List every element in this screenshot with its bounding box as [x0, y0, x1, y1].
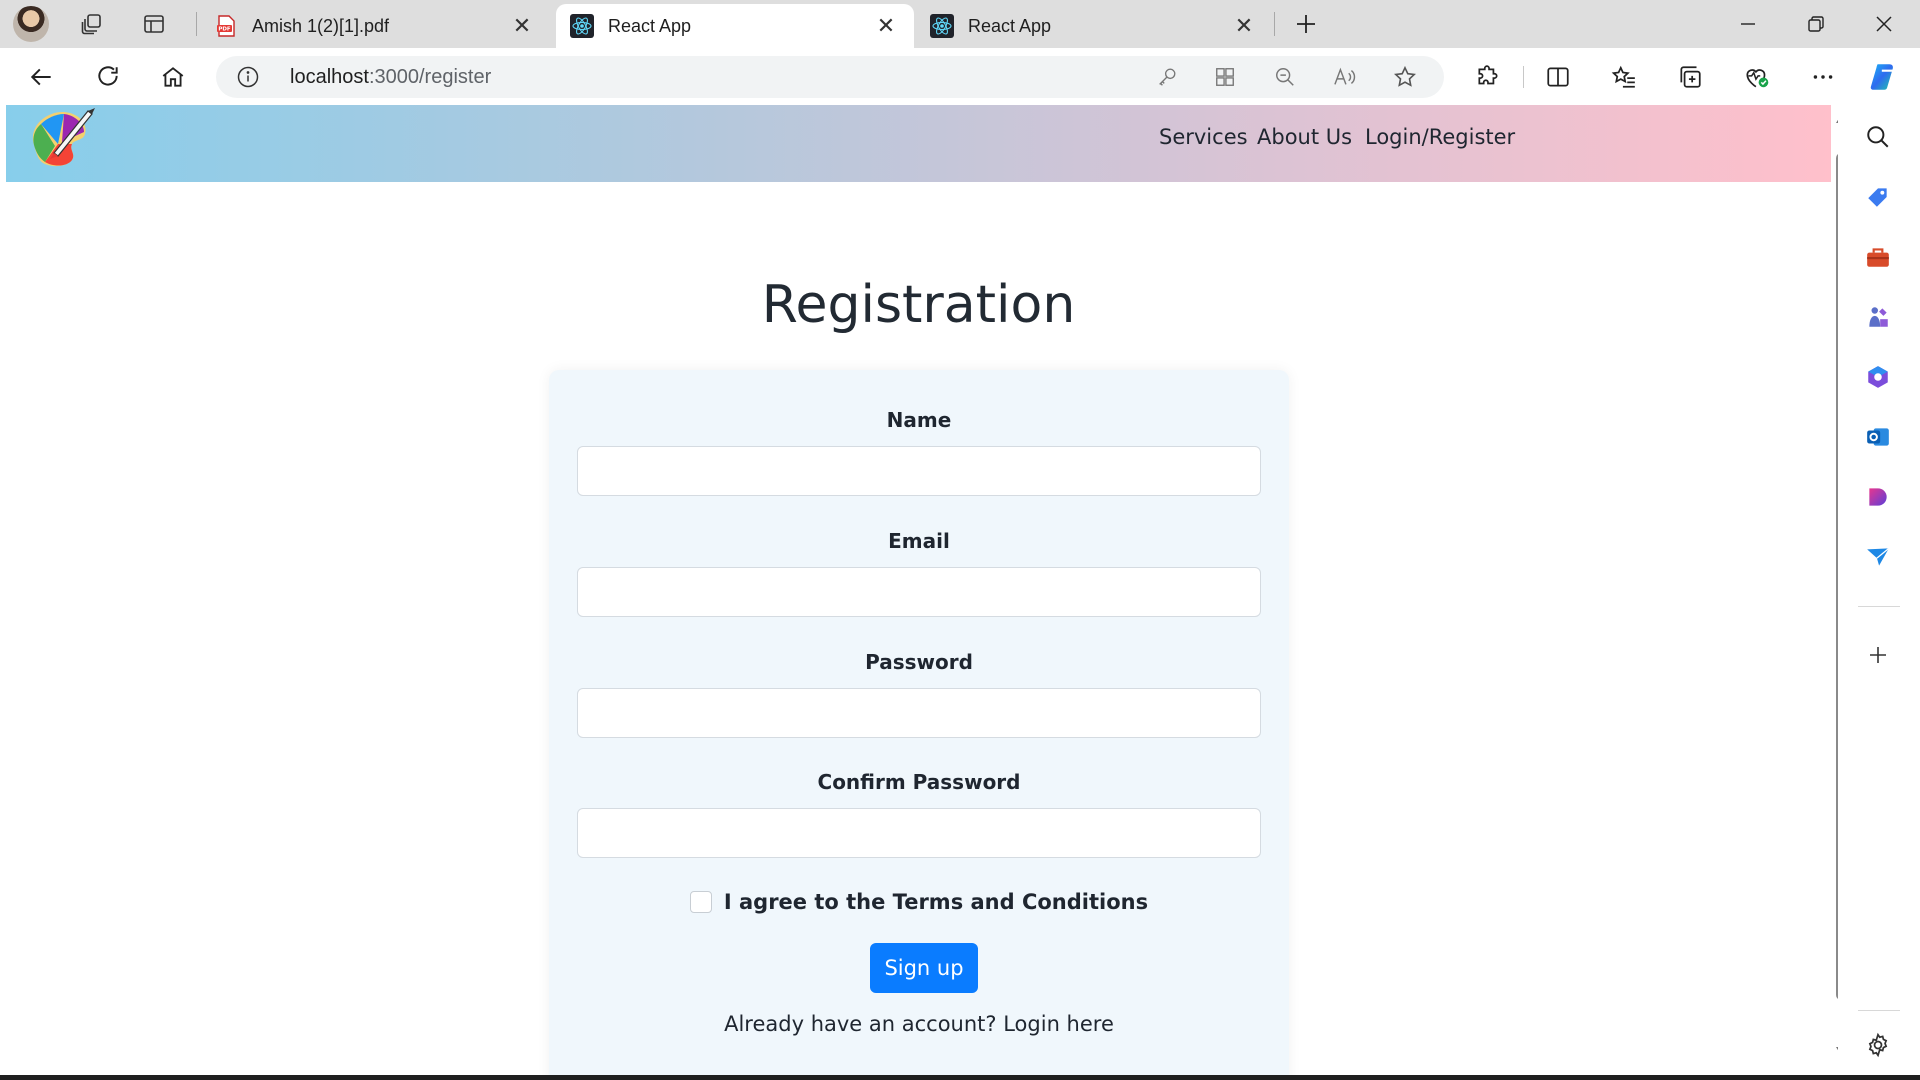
password-key-icon[interactable] — [1154, 64, 1180, 90]
terms-checkbox[interactable] — [689, 891, 712, 913]
more-options-icon[interactable] — [1803, 57, 1843, 97]
home-icon[interactable] — [153, 57, 193, 97]
drop-icon[interactable] — [1863, 482, 1893, 512]
tab-separator — [196, 12, 197, 36]
split-screen-icon[interactable] — [1538, 57, 1578, 97]
favorite-star-icon[interactable] — [1392, 64, 1418, 90]
password-input[interactable] — [577, 688, 1261, 738]
sidebar-divider — [1858, 1010, 1900, 1011]
tab-close-icon[interactable]: ✕ — [508, 12, 536, 40]
url-path: :3000/register — [368, 66, 492, 88]
name-input[interactable] — [577, 446, 1261, 496]
tab-title: Amish 1(2)[1].pdf — [252, 15, 390, 36]
back-icon[interactable] — [22, 57, 62, 97]
tools-icon[interactable] — [1863, 242, 1893, 272]
new-tab-icon[interactable] — [1288, 6, 1324, 42]
browser-toolbar: localhost:3000/register — [0, 48, 1920, 105]
restore-icon[interactable] — [1782, 0, 1850, 48]
shopping-tag-icon[interactable] — [1863, 182, 1893, 212]
profile-avatar[interactable] — [13, 6, 49, 42]
tab-title: React App — [608, 15, 692, 36]
send-icon[interactable] — [1863, 542, 1893, 572]
address-bar[interactable]: localhost:3000/register — [216, 56, 1444, 98]
tab-separator — [1274, 12, 1275, 36]
page-title: Registration — [761, 275, 1076, 335]
browser-tab-strip: PDF Amish 1(2)[1].pdf ✕ React App ✕ Reac… — [0, 0, 1920, 48]
outlook-icon[interactable] — [1863, 422, 1893, 452]
browser-essentials-icon[interactable] — [1737, 57, 1777, 97]
name-label: Name — [886, 408, 952, 432]
terms-label[interactable]: I agree to the Terms and Conditions — [724, 890, 1148, 914]
tab-close-icon[interactable]: ✕ — [872, 12, 900, 40]
login-link[interactable]: Already have an account? Login here — [549, 1012, 1289, 1036]
tab-close-icon[interactable]: ✕ — [1230, 12, 1258, 40]
react-icon — [930, 14, 954, 38]
add-icon[interactable] — [1863, 640, 1893, 670]
svg-text:PDF: PDF — [218, 27, 231, 33]
read-aloud-icon[interactable] — [1332, 64, 1358, 90]
collections-icon[interactable] — [1670, 57, 1710, 97]
apps-icon[interactable] — [1212, 64, 1238, 90]
workspaces-icon[interactable] — [74, 6, 110, 42]
tab-react-app[interactable]: React App ✕ — [916, 4, 1272, 48]
nav-services[interactable]: Services — [1159, 125, 1248, 149]
zoom-out-icon[interactable] — [1272, 64, 1298, 90]
vertical-tabs-icon[interactable] — [136, 6, 172, 42]
app-navbar: Services About Us Login/Register — [6, 105, 1831, 182]
search-icon[interactable] — [1863, 122, 1893, 152]
sign-up-button[interactable]: Sign up — [870, 943, 978, 993]
url-host: localhost — [290, 66, 369, 88]
pdf-icon: PDF — [214, 14, 238, 38]
copilot-icon[interactable] — [1865, 57, 1905, 97]
password-label: Password — [865, 650, 973, 674]
tab-title: React App — [968, 15, 1052, 36]
nav-login-register[interactable]: Login/Register — [1365, 125, 1515, 149]
react-icon — [570, 14, 594, 38]
minimize-icon[interactable] — [1714, 0, 1782, 48]
tab-react-app-active[interactable]: React App ✕ — [556, 4, 914, 48]
microsoft-365-icon[interactable] — [1863, 362, 1893, 392]
art-palette-logo[interactable] — [26, 105, 98, 171]
email-input[interactable] — [577, 567, 1261, 617]
registration-form: Name Email Password Confirm Password I a… — [549, 370, 1289, 1075]
edge-sidebar — [1838, 105, 1920, 1080]
terms-row: I agree to the Terms and Conditions — [549, 886, 1289, 918]
extensions-icon[interactable] — [1468, 57, 1508, 97]
settings-gear-icon[interactable] — [1863, 1030, 1893, 1060]
window-bottom-border — [0, 1075, 1920, 1080]
page-viewport: Services About Us Login/Register Registr… — [6, 105, 1831, 1075]
games-icon[interactable] — [1863, 302, 1893, 332]
toolbar-separator — [1523, 66, 1524, 88]
tab-pdf[interactable]: PDF Amish 1(2)[1].pdf ✕ — [200, 4, 550, 48]
confirm-password-label: Confirm Password — [817, 770, 1021, 794]
site-info-icon[interactable] — [236, 65, 260, 89]
sidebar-divider — [1858, 606, 1900, 607]
email-label: Email — [888, 529, 950, 553]
favorites-icon[interactable] — [1604, 57, 1644, 97]
close-window-icon[interactable] — [1850, 0, 1918, 48]
url-text[interactable]: localhost:3000/register — [290, 66, 491, 89]
nav-about-us[interactable]: About Us — [1257, 125, 1352, 149]
confirm-password-input[interactable] — [577, 808, 1261, 858]
refresh-icon[interactable] — [88, 57, 128, 97]
